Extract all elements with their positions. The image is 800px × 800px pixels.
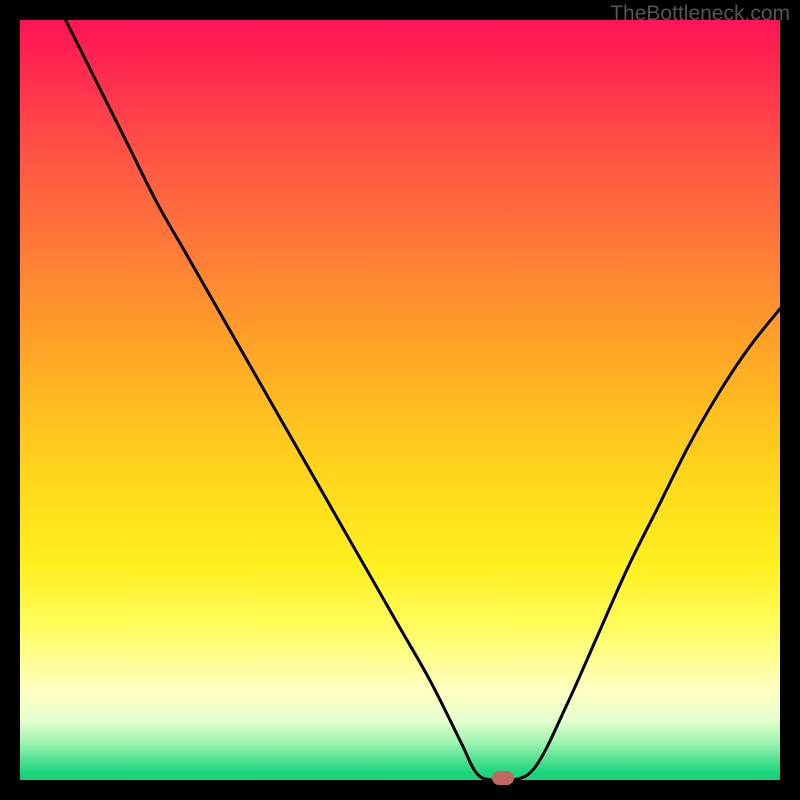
optimal-marker [492,771,514,785]
chart-frame: TheBottleneck.com [0,0,800,800]
curve-svg [20,20,780,780]
bottleneck-curve [66,20,780,780]
plot-area [20,20,780,780]
